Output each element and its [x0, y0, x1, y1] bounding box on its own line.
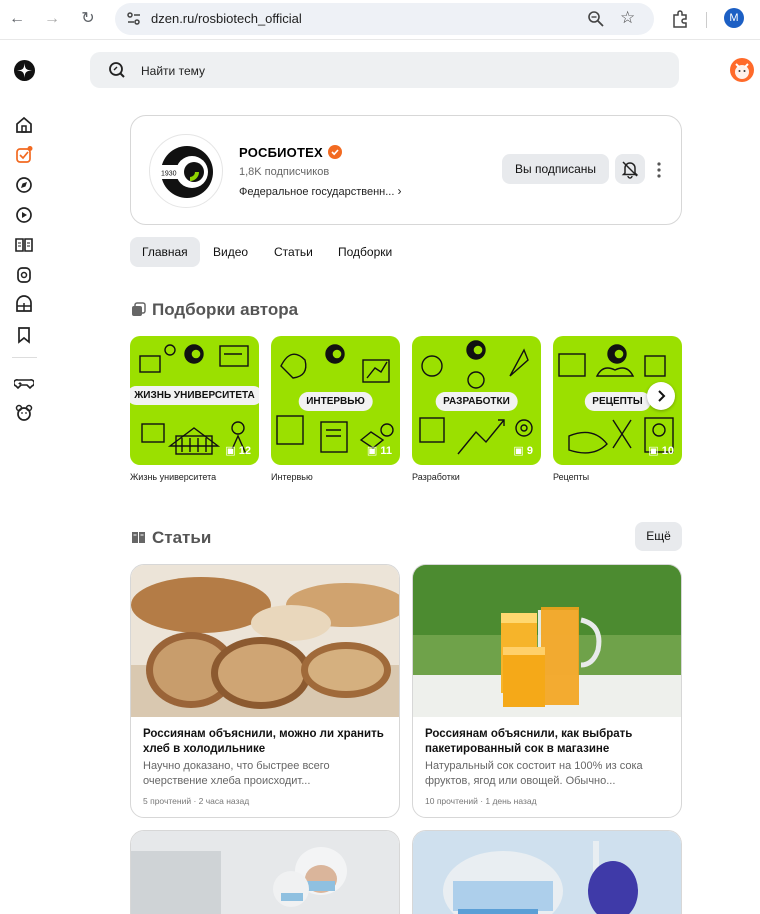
article-card[interactable]	[412, 830, 682, 914]
back-icon[interactable]: ←	[6, 8, 28, 30]
article-meta: 10 прочтений · 1 день назад	[425, 796, 537, 806]
subscribed-button[interactable]: Вы подписаны	[502, 154, 609, 184]
channel-logo[interactable]: 1930	[149, 134, 223, 208]
articles-section-icon	[132, 532, 145, 543]
tab-video[interactable]: Видео	[201, 237, 260, 267]
article-card[interactable]: Россиянам объяснили, как выбрать пакетир…	[412, 564, 682, 818]
articles-icon[interactable]	[14, 235, 34, 255]
home-icon[interactable]	[14, 115, 34, 135]
forward-icon[interactable]: →	[41, 8, 63, 30]
verified-badge-icon	[328, 145, 342, 159]
collection-badge: РАЗРАБОТКИ	[435, 392, 518, 411]
address-bar[interactable]: dzen.ru/rosbiotech_official ☆	[115, 3, 654, 35]
carousel-next-button[interactable]	[647, 382, 675, 410]
channel-header-card: 1930 РОСБИОТЕХ 1,8K подписчиков Федераль…	[130, 115, 682, 225]
user-avatar[interactable]	[730, 58, 754, 82]
article-image-vaccine	[413, 831, 681, 914]
article-card[interactable]: Россиянам объяснили, можно ли хранить хл…	[130, 564, 400, 818]
extensions-icon[interactable]	[670, 9, 690, 29]
collection-count: ▣ 11	[366, 445, 392, 457]
collections-icon	[132, 302, 146, 316]
explore-compass-icon[interactable]	[14, 175, 34, 195]
article-description: Научно доказано, что быстрее всего очерс…	[143, 760, 330, 787]
collection-card[interactable]: РАЗРАБОТКИ ▣ 9	[412, 336, 541, 465]
bookmark-star-icon[interactable]: ☆	[620, 8, 635, 28]
chevron-right-icon	[658, 390, 666, 402]
collection-card[interactable]: ЖИЗНЬ УНИВЕРСИТЕТА ▣ 12	[130, 336, 259, 465]
browser-toolbar: ← → ↻ dzen.ru/rosbiotech_official ☆ M	[0, 0, 760, 40]
article-meta: 5 прочтений · 2 часа назад	[143, 796, 250, 806]
collection-badge: ИНТЕРВЬЮ	[298, 392, 373, 411]
article-image-lab	[131, 831, 399, 914]
collection-count: ▣ 10	[648, 445, 674, 457]
subscriber-count: 1,8K подписчиков	[239, 166, 330, 178]
search-icon	[109, 62, 125, 78]
notifications-off-button[interactable]	[615, 154, 645, 184]
tab-articles[interactable]: Статьи	[262, 237, 325, 267]
chevron-right-icon: ›	[397, 184, 402, 198]
url-text[interactable]: dzen.ru/rosbiotech_official	[151, 11, 302, 26]
collection-label[interactable]: Жизнь университета	[130, 472, 216, 482]
tab-collections[interactable]: Подборки	[326, 237, 404, 267]
tab-main[interactable]: Главная	[130, 237, 200, 267]
collection-count: ▣ 12	[225, 445, 251, 457]
search-placeholder[interactable]: Найти тему	[141, 64, 205, 78]
video-icon[interactable]	[14, 205, 34, 225]
article-image-bread	[131, 565, 399, 717]
collections-title: Подборки автора	[152, 300, 299, 319]
article-image-juice	[413, 565, 681, 717]
more-options-icon[interactable]	[653, 160, 665, 180]
collection-badge: РЕЦЕПТЫ	[584, 392, 651, 411]
subscriptions-icon[interactable]	[14, 145, 34, 165]
zoom-icon[interactable]	[587, 10, 605, 28]
kids-bear-icon[interactable]	[14, 403, 34, 423]
channel-name[interactable]: РОСБИОТЕХ	[239, 145, 323, 160]
toolbar-divider	[706, 12, 707, 28]
dzen-logo[interactable]	[14, 60, 35, 81]
collection-label[interactable]: Разработки	[412, 472, 460, 482]
article-title[interactable]: Россиянам объяснили, как выбрать пакетир…	[425, 727, 671, 757]
games-icon[interactable]	[14, 373, 34, 393]
logo-year: 1930	[161, 171, 177, 178]
bookmarks-icon[interactable]	[14, 325, 34, 345]
collection-card[interactable]: ИНТЕРВЬЮ ▣ 11	[271, 336, 400, 465]
collection-label[interactable]: Рецепты	[553, 472, 589, 482]
topic-search[interactable]: Найти тему	[90, 52, 679, 88]
reload-icon[interactable]: ↻	[77, 8, 99, 30]
rail-divider	[12, 357, 37, 358]
article-description: Натуральный сок состоит на 100% из сока …	[425, 760, 643, 787]
collection-count: ▣ 9	[513, 445, 533, 457]
news-icon[interactable]	[14, 295, 34, 315]
more-articles-button[interactable]: Ещё	[635, 522, 682, 551]
article-card[interactable]	[130, 830, 400, 914]
collection-label[interactable]: Интервью	[271, 472, 313, 482]
article-title[interactable]: Россиянам объяснили, можно ли хранить хл…	[143, 727, 389, 757]
channel-description-text: Федеральное государственн...	[239, 186, 395, 198]
shorts-icon[interactable]	[14, 265, 34, 285]
collection-badge: ЖИЗНЬ УНИВЕРСИТЕТА	[130, 386, 259, 405]
channel-description[interactable]: Федеральное государственн... ›	[239, 184, 401, 198]
site-settings-icon[interactable]	[125, 10, 143, 28]
bell-off-icon	[621, 161, 639, 179]
profile-avatar[interactable]: M	[724, 8, 744, 28]
articles-title: Статьи	[152, 528, 212, 547]
